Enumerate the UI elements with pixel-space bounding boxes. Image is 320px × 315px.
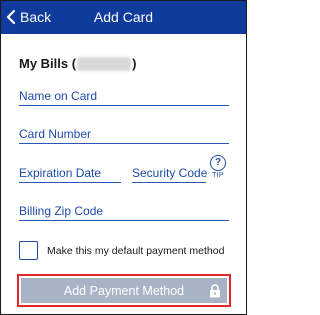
account-prefix: My Bills (: [19, 56, 77, 71]
add-payment-method-button[interactable]: Add Payment Method: [21, 278, 227, 303]
billing-zip-field[interactable]: Billing Zip Code: [19, 198, 229, 221]
security-code-tip-button[interactable]: ? TIP: [209, 155, 227, 179]
security-code-field[interactable]: Security Code: [132, 160, 208, 183]
card-number-label: Card Number: [19, 127, 92, 141]
expiration-date-field[interactable]: Expiration Date: [19, 160, 121, 183]
add-card-screen: Back Add Card My Bills ( ) Name on Card …: [0, 0, 247, 315]
default-payment-option[interactable]: Make this my default payment method: [19, 241, 224, 260]
card-number-field[interactable]: Card Number: [19, 121, 229, 144]
billing-zip-label: Billing Zip Code: [19, 204, 104, 218]
name-on-card-label: Name on Card: [19, 89, 98, 103]
help-icon: ?: [210, 155, 226, 171]
lock-icon: [210, 284, 220, 298]
account-suffix: ): [132, 56, 137, 71]
header-bar: Back Add Card: [1, 1, 246, 34]
add-payment-method-label: Add Payment Method: [63, 283, 185, 298]
default-payment-label: Make this my default payment method: [47, 244, 225, 257]
security-code-label: Security Code: [132, 166, 208, 180]
default-payment-checkbox[interactable]: [19, 241, 38, 260]
page-title: Add Card: [93, 9, 154, 25]
name-on-card-field[interactable]: Name on Card: [19, 83, 229, 106]
expiration-date-label: Expiration Date: [19, 166, 102, 180]
redacted-account-number: [77, 56, 132, 71]
submit-highlight: Add Payment Method: [17, 274, 231, 307]
tip-label: TIP: [212, 172, 224, 179]
account-heading: My Bills ( ): [19, 56, 136, 71]
